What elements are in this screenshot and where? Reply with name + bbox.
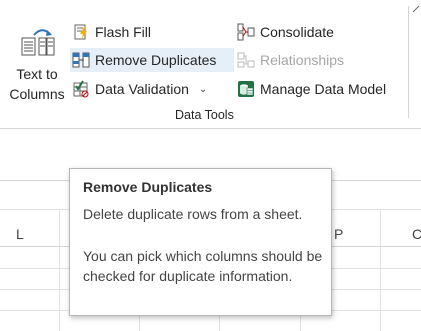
remove-duplicates-button[interactable]: Remove Duplicates <box>70 48 234 72</box>
text-to-columns-icon <box>21 29 55 56</box>
column-header-p[interactable]: P <box>334 222 343 246</box>
collapse-ribbon-icon[interactable] <box>411 0 421 16</box>
flash-fill-button[interactable]: Flash Fill <box>72 20 151 44</box>
consolidate-label: Consolidate <box>260 24 334 40</box>
tooltip: Remove Duplicates Delete duplicate rows … <box>69 168 332 316</box>
chevron-down-icon[interactable]: ⌄ <box>199 84 207 95</box>
text-to-columns-label-line1: Text to <box>16 66 58 82</box>
column-divider <box>59 209 60 331</box>
manage-data-model-label: Manage Data Model <box>260 81 387 97</box>
data-model-icon <box>238 81 254 97</box>
column-header-l[interactable]: L <box>16 222 24 246</box>
relationships-icon <box>237 52 255 68</box>
remove-duplicates-label: Remove Duplicates <box>95 52 217 68</box>
tooltip-detail: You can pick which columns should be che… <box>83 248 323 284</box>
tooltip-description: Delete duplicate rows from a sheet. <box>83 206 303 222</box>
flash-fill-icon <box>74 24 87 40</box>
text-to-columns-button[interactable]: Text to Columns <box>4 22 70 108</box>
group-separator <box>408 6 409 118</box>
manage-data-model-button[interactable]: Manage Data Model <box>237 77 386 101</box>
relationships-button[interactable]: Relationships <box>237 48 344 72</box>
ribbon-data-tools-group: Text to Columns Flash Fill Remove Duplic… <box>0 0 421 129</box>
data-validation-button[interactable]: Data Validation ⌄ <box>72 77 207 101</box>
text-to-columns-label-line2: Columns <box>9 86 65 102</box>
data-validation-icon <box>73 80 89 98</box>
column-divider <box>380 209 381 331</box>
data-validation-label: Data Validation <box>95 81 189 97</box>
flash-fill-label: Flash Fill <box>95 24 152 40</box>
group-label-text: Data Tools <box>175 108 234 122</box>
relationships-label: Relationships <box>260 52 345 68</box>
consolidate-icon <box>237 23 255 41</box>
remove-duplicates-icon <box>72 52 90 68</box>
consolidate-button[interactable]: Consolidate <box>237 20 334 44</box>
column-header-c[interactable]: C <box>412 222 421 246</box>
tooltip-title: Remove Duplicates <box>83 179 213 195</box>
